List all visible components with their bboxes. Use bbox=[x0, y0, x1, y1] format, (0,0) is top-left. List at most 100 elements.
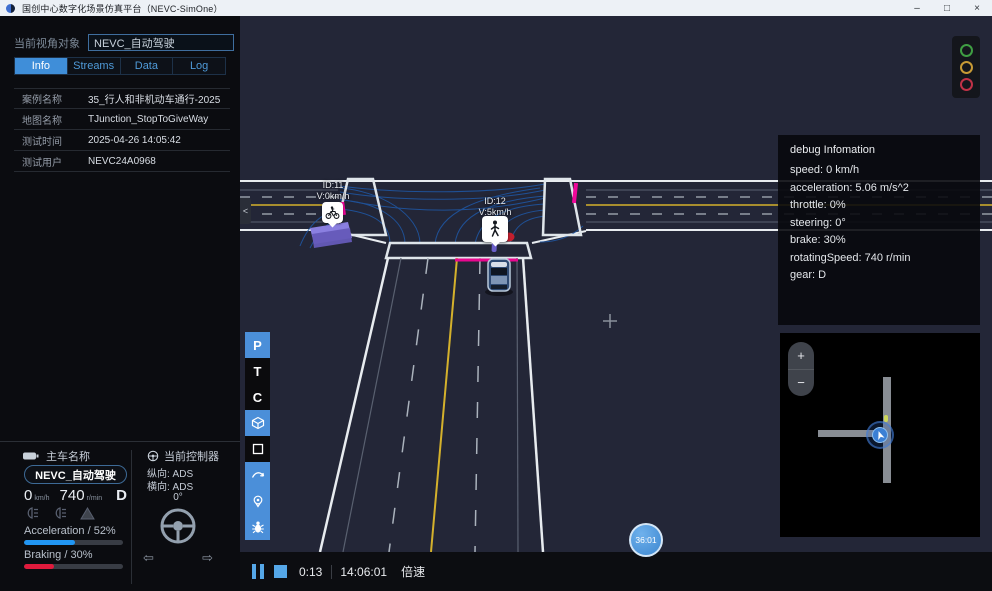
debug-acceleration: acceleration: 5.06 m/s^2 bbox=[790, 180, 968, 198]
pause-icon bbox=[260, 564, 264, 579]
cube-icon bbox=[251, 416, 265, 430]
camera-t-button[interactable]: T bbox=[245, 358, 270, 384]
gear-indicator: D bbox=[116, 487, 127, 504]
location-pin-icon bbox=[251, 494, 265, 508]
tab-streams[interactable]: Streams bbox=[68, 58, 121, 74]
rpm-value: 740 bbox=[60, 487, 85, 504]
left-sidebar: 当前视角对象 Info Streams Data Log 案例名称 35_行人和… bbox=[0, 16, 240, 591]
indicator-lamps bbox=[24, 506, 95, 520]
zoom-in-button[interactable]: + bbox=[788, 342, 814, 370]
locate-button[interactable] bbox=[245, 488, 270, 514]
info-table: 案例名称 35_行人和非机动车通行-2025 地图名称 TJunction_St… bbox=[14, 88, 230, 172]
playback-divider bbox=[331, 565, 332, 579]
view-target-label: 当前视角对象 bbox=[14, 35, 80, 51]
camera-p-button[interactable]: P bbox=[245, 332, 270, 358]
test-user-label: 测试用户 bbox=[14, 154, 88, 169]
speed-readout: 0 km/h 740 r/min D bbox=[24, 487, 127, 504]
elapsed-time: 0:13 bbox=[299, 565, 322, 579]
debug-panel-title: debug Infomation bbox=[790, 144, 968, 156]
view-target-input[interactable] bbox=[88, 34, 234, 51]
debug-info-panel: debug Infomation speed: 0 km/h accelerat… bbox=[778, 135, 980, 325]
braking-label: Braking / 30% bbox=[24, 549, 92, 561]
playback-bar: 0:13 14:06:01 倍速 bbox=[240, 552, 992, 591]
ego-vehicle bbox=[485, 259, 513, 296]
right-lamp-icon bbox=[52, 506, 68, 520]
test-time-value: 2025-04-26 14:05:42 bbox=[88, 135, 230, 146]
stem-road bbox=[320, 258, 543, 552]
cyclist-bubble bbox=[322, 202, 343, 223]
map-name-value: TJunction_StopToGiveWay bbox=[88, 114, 230, 125]
ego-vehicle-section: 主车名称 NEVC_自动驾驶 0 km/h 740 r/min D Accele… bbox=[0, 442, 131, 591]
window-controls: – □ × bbox=[902, 0, 992, 16]
crosshair-cursor bbox=[603, 314, 617, 328]
left-lamp-icon bbox=[24, 506, 40, 520]
zoom-out-button[interactable]: − bbox=[788, 370, 814, 397]
table-row: 测试用户 NEVC24A0968 bbox=[14, 151, 230, 172]
cyclist-icon bbox=[325, 206, 340, 219]
debug-button[interactable] bbox=[245, 514, 270, 540]
pause-button[interactable] bbox=[252, 564, 264, 579]
app-icon bbox=[6, 4, 15, 13]
playback-speed-button[interactable]: 倍速 bbox=[401, 563, 425, 580]
vehicle-name-header: 主车名称 bbox=[22, 448, 90, 464]
pedestrian-bubble bbox=[482, 216, 508, 242]
minimap-zoom-controls: + − bbox=[788, 342, 814, 396]
view-target-row: 当前视角对象 bbox=[0, 34, 240, 51]
debug-rotating-speed: rotatingSpeed: 740 r/min bbox=[790, 250, 968, 268]
trajectory-icon bbox=[251, 468, 265, 482]
debug-speed: speed: 0 km/h bbox=[790, 162, 968, 180]
pedestrian-icon bbox=[488, 220, 502, 238]
vehicle-status-panel: 主车名称 NEVC_自动驾驶 0 km/h 740 r/min D Accele… bbox=[0, 441, 240, 591]
controller-header: 当前控制器 bbox=[147, 448, 219, 464]
timer-badge-button[interactable]: 36:01 bbox=[629, 523, 663, 557]
traffic-light-indicator bbox=[952, 36, 980, 98]
camera-c-button[interactable]: C bbox=[245, 384, 270, 410]
minimize-button[interactable]: – bbox=[902, 0, 932, 16]
pedestrian-id: ID:12 bbox=[465, 196, 525, 207]
case-name-value: 35_行人和非机动车通行-2025 bbox=[88, 91, 230, 106]
controller-section: 当前控制器 纵向: ADS 横向: ADS 0° ⇦ ⇨ bbox=[131, 442, 240, 591]
minimap-ego-marker bbox=[866, 421, 894, 449]
tab-data[interactable]: Data bbox=[121, 58, 174, 74]
tab-log[interactable]: Log bbox=[173, 58, 225, 74]
table-row: 地图名称 TJunction_StopToGiveWay bbox=[14, 109, 230, 130]
acceleration-bar bbox=[24, 540, 123, 545]
close-button[interactable]: × bbox=[962, 0, 992, 16]
ego-vehicle-button[interactable]: NEVC_自动驾驶 bbox=[24, 465, 127, 484]
viewport-toolbar: P T C bbox=[245, 332, 270, 540]
debug-brake: brake: 30% bbox=[790, 232, 968, 250]
trajectory-button[interactable] bbox=[245, 462, 270, 488]
sidebar-tabs: Info Streams Data Log bbox=[14, 57, 226, 75]
traffic-light-red bbox=[960, 78, 973, 91]
steering-wheel-icon bbox=[158, 506, 198, 551]
acceleration-label: Acceleration / 52% bbox=[24, 525, 116, 537]
crosswalks bbox=[335, 179, 581, 258]
clock-time: 14:06:01 bbox=[340, 565, 387, 579]
acceleration-bar-fill bbox=[24, 540, 75, 545]
braking-bar bbox=[24, 564, 123, 569]
braking-bar-fill bbox=[24, 564, 54, 569]
steer-direction-arrows: ⇦ ⇨ bbox=[131, 550, 225, 566]
sidebar-collapse-button[interactable]: < bbox=[240, 198, 251, 224]
minimap[interactable]: + − bbox=[780, 333, 980, 537]
steer-right-arrow-icon: ⇨ bbox=[202, 550, 213, 566]
simulation-viewport[interactable]: ID:11 V:0km/h ID:12 V:5km/h < P T C bbox=[240, 16, 992, 552]
cube-view-button[interactable] bbox=[245, 410, 270, 436]
vehicle-name-title: 主车名称 bbox=[46, 448, 90, 464]
bug-icon bbox=[251, 520, 265, 534]
map-name-label: 地图名称 bbox=[14, 112, 88, 127]
stop-button[interactable] bbox=[274, 565, 287, 578]
tab-info[interactable]: Info bbox=[15, 58, 68, 74]
bottom-crosswalk bbox=[386, 243, 531, 258]
maximize-button[interactable]: □ bbox=[932, 0, 962, 16]
bounding-box-button[interactable] bbox=[245, 436, 270, 462]
app-window: 国创中心数字化场景仿真平台（NEVC-SimOne） – □ × 当前视角对象 … bbox=[0, 0, 992, 591]
table-row: 测试时间 2025-04-26 14:05:42 bbox=[14, 130, 230, 151]
steering-angle-value: 0° bbox=[131, 492, 225, 503]
pause-icon bbox=[252, 564, 256, 579]
traffic-light-yellow bbox=[960, 61, 973, 74]
table-row: 案例名称 35_行人和非机动车通行-2025 bbox=[14, 88, 230, 109]
debug-throttle: throttle: 0% bbox=[790, 197, 968, 215]
test-time-label: 测试时间 bbox=[14, 133, 88, 148]
speed-unit: km/h bbox=[34, 495, 49, 502]
